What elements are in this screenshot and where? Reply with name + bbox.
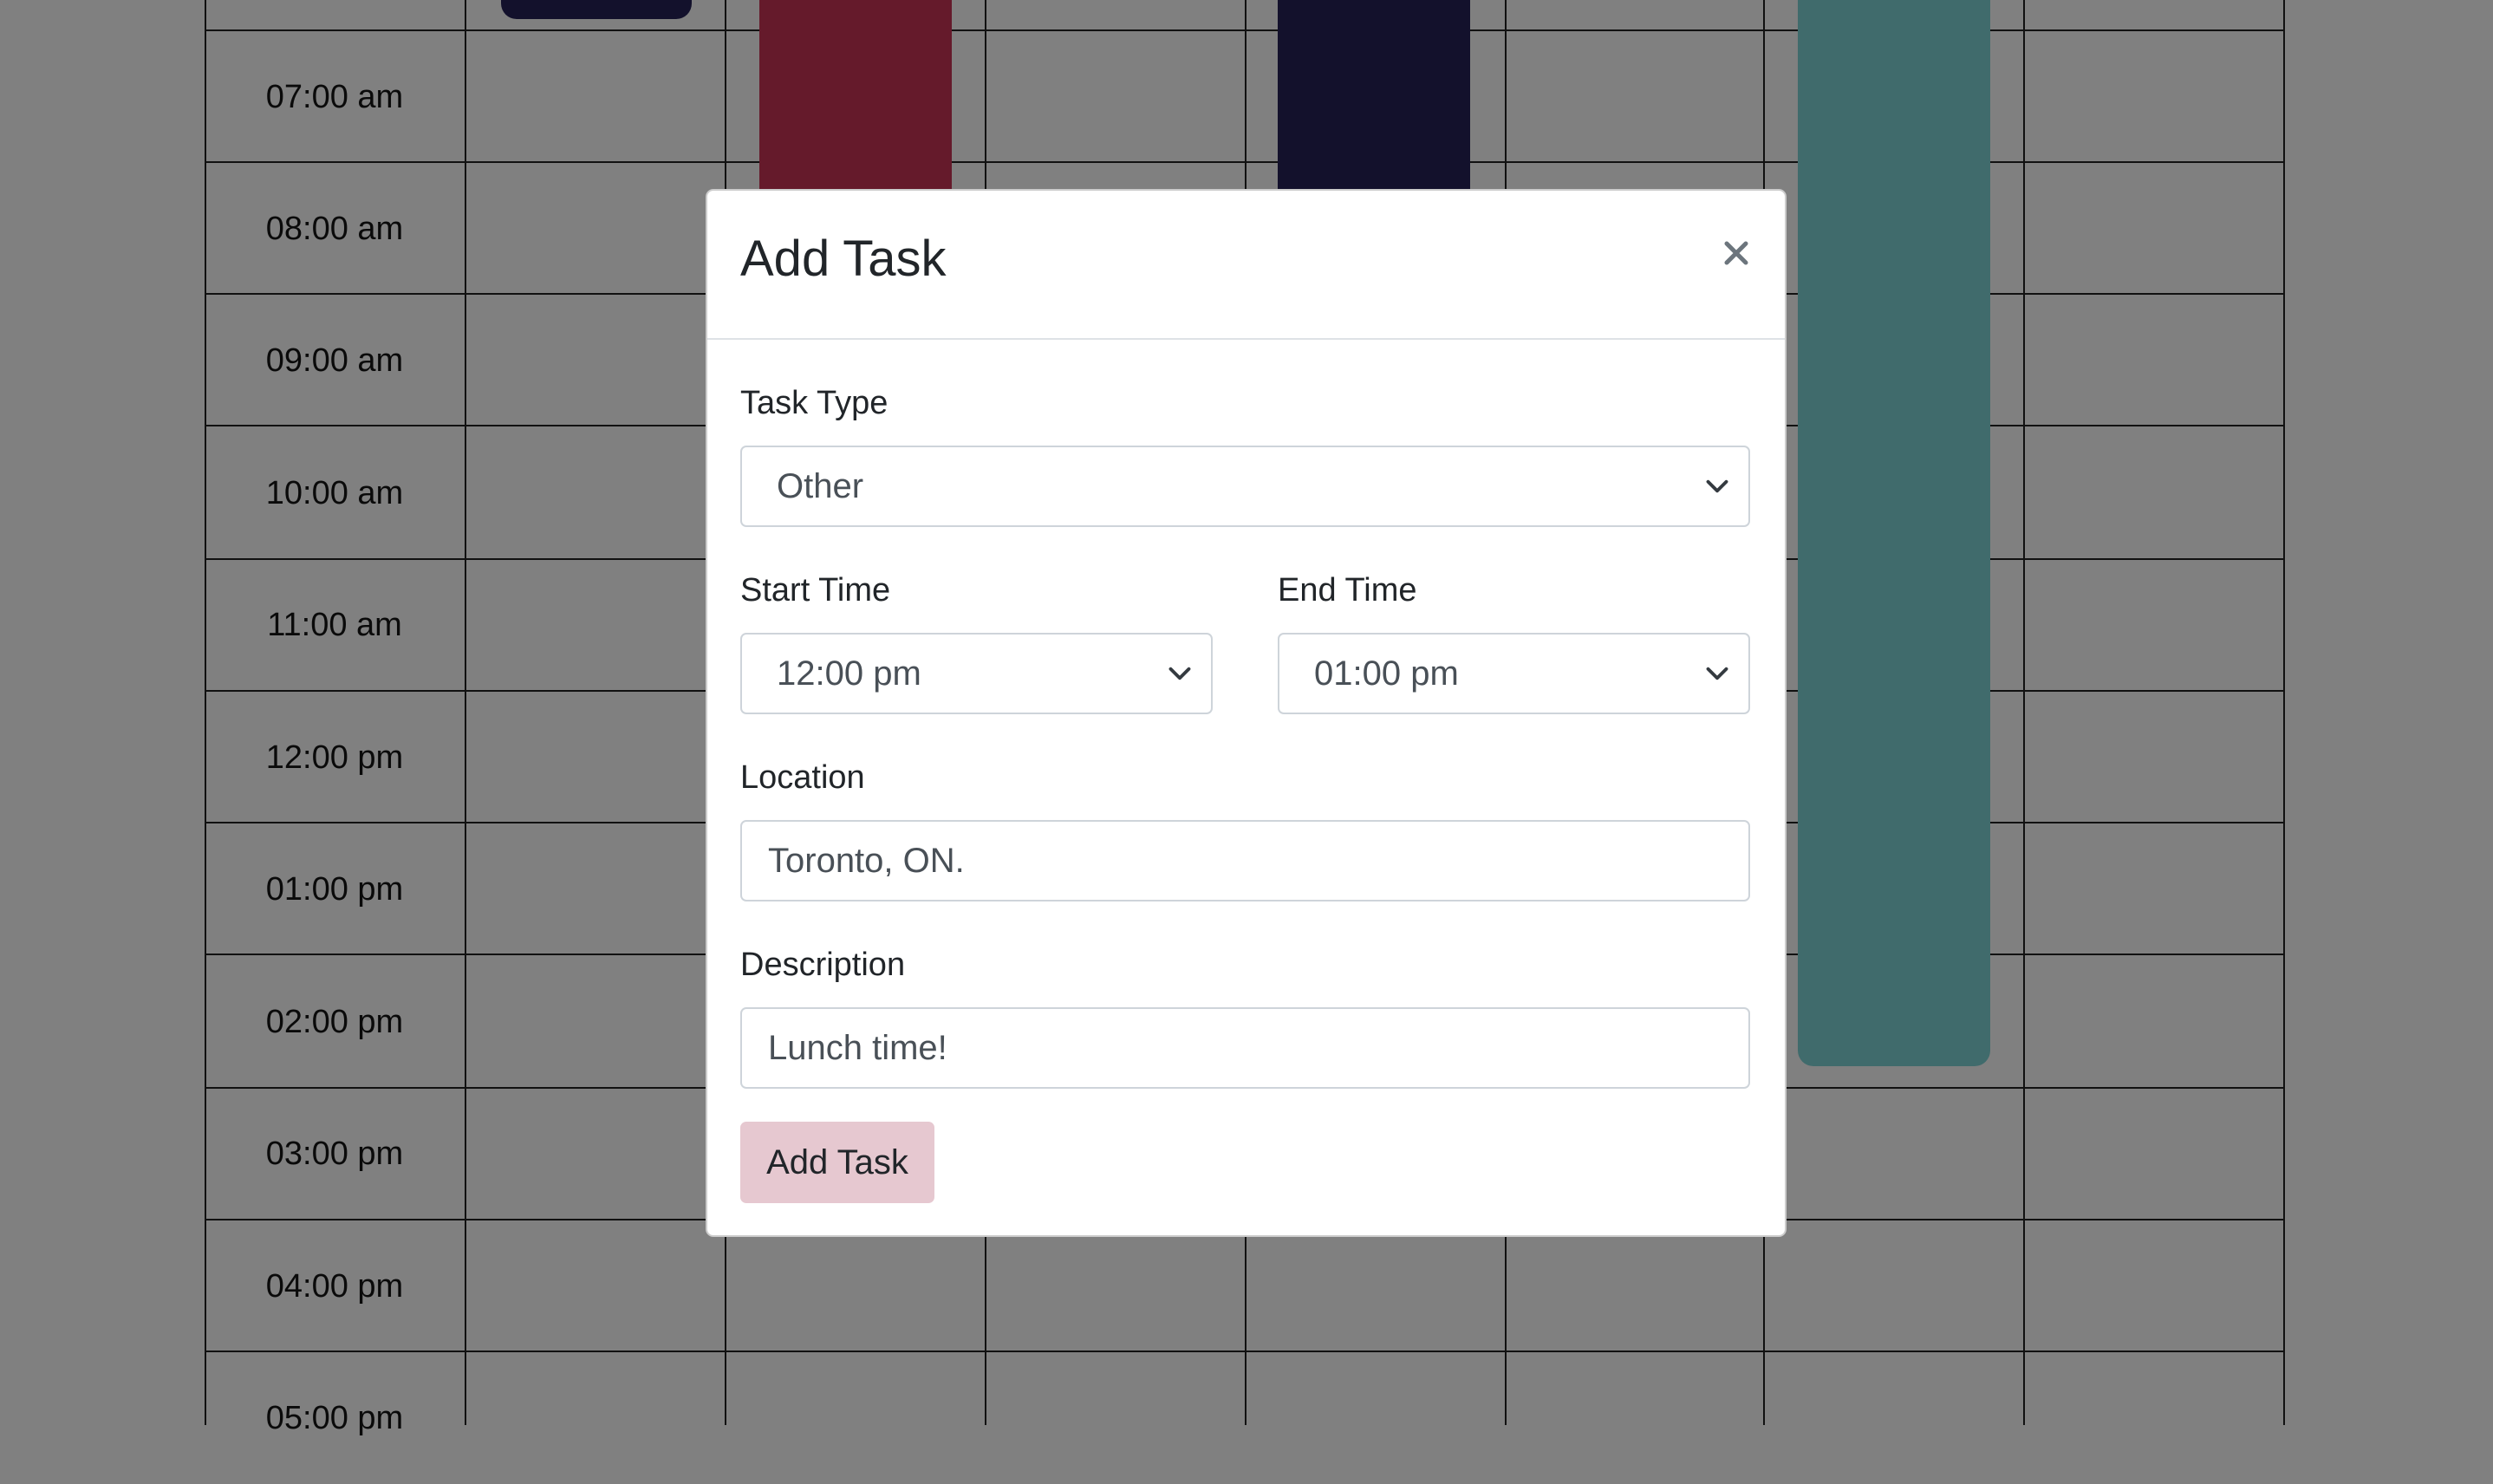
chevron-down-icon [1706, 479, 1728, 493]
task-type-value: Other [777, 466, 864, 505]
description-field[interactable]: Lunch time! [740, 1007, 1750, 1089]
location-label: Location [740, 759, 865, 796]
add-task-button[interactable]: Add Task [740, 1122, 934, 1203]
modal-title: Add Task [740, 231, 947, 287]
calendar-event[interactable] [1798, 0, 1990, 1066]
task-type-select[interactable]: Other [740, 446, 1750, 527]
task-type-label: Task Type [740, 385, 888, 421]
end-time-select[interactable]: 01:00 pm [1278, 633, 1750, 714]
time-label: 03:00 pm [265, 1135, 404, 1172]
time-label: 04:00 pm [265, 1267, 404, 1305]
start-time-select[interactable]: 12:00 pm [740, 633, 1213, 714]
time-label: 10:00 am [265, 474, 404, 511]
time-label: 12:00 pm [265, 739, 404, 776]
grid-line [2283, 0, 2285, 1425]
add-task-modal: Add Task Task Type Other Start Time 12:0… [706, 189, 1787, 1237]
time-label: 02:00 pm [265, 1003, 404, 1040]
time-column: 07:00 am 08:00 am 09:00 am 10:00 am 11:0… [205, 0, 465, 1436]
location-field[interactable]: Toronto, ON. [740, 820, 1750, 901]
calendar-event[interactable] [759, 0, 952, 208]
time-label: 05:00 pm [265, 1399, 404, 1436]
chevron-down-icon [1706, 667, 1728, 680]
start-time-value: 12:00 pm [777, 654, 921, 693]
close-button[interactable] [1714, 231, 1759, 276]
grid-line [2023, 0, 2025, 1425]
time-label: 07:00 am [265, 78, 404, 115]
calendar-event[interactable] [501, 0, 692, 19]
time-label: 01:00 pm [265, 870, 404, 908]
grid-line [465, 0, 466, 1425]
description-label: Description [740, 947, 906, 983]
location-value: Toronto, ON. [768, 841, 965, 880]
chevron-down-icon [1168, 667, 1191, 680]
time-label: 11:00 am [267, 606, 402, 643]
time-label: 08:00 am [265, 210, 404, 247]
description-value: Lunch time! [768, 1028, 947, 1067]
end-time-value: 01:00 pm [1314, 654, 1459, 693]
modal-header: Add Task [707, 191, 1785, 340]
close-icon [1724, 241, 1748, 265]
start-time-label: Start Time [740, 572, 891, 609]
time-label: 09:00 am [265, 342, 404, 379]
end-time-label: End Time [1278, 572, 1417, 609]
calendar-event[interactable] [1278, 0, 1470, 208]
